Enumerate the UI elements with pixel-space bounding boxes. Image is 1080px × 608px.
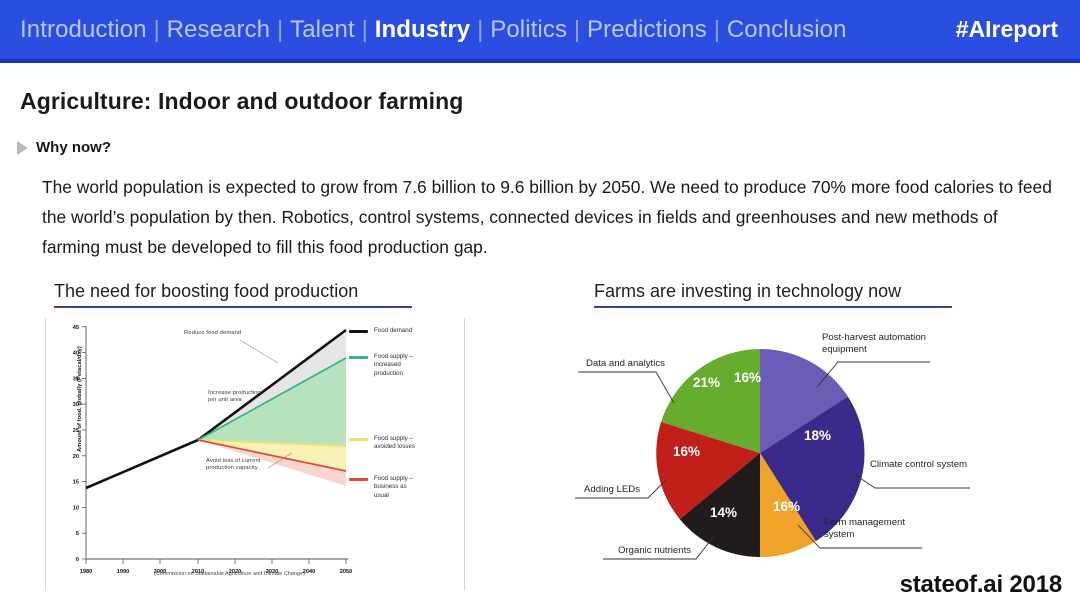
pie-value-post-harvest-automation: 16%	[734, 370, 762, 385]
pie-label-post-harvest-automation: Post-harvest automation equipment	[822, 332, 926, 355]
svg-text:1990: 1990	[117, 569, 129, 575]
svg-text:2050: 2050	[340, 569, 352, 575]
footer-brand: stateof.ai 2018	[899, 571, 1063, 598]
left-chart-heading-rule	[54, 306, 412, 308]
nav-separator: |	[713, 15, 720, 42]
why-now-bullet: Why now?	[17, 139, 111, 156]
pie-label-farm-management: Farm management system	[824, 517, 906, 540]
legend-label-business-as-usual: Food supply – business as usual	[374, 475, 413, 499]
svg-text:5: 5	[76, 531, 79, 537]
nav-underline-divider	[0, 59, 1080, 63]
body-paragraph: The world population is expected to grow…	[42, 177, 1052, 257]
pie-value-organic-nutrients: 14%	[710, 505, 738, 520]
svg-text:10: 10	[73, 505, 79, 511]
pie-value-climate-control: 18%	[804, 428, 832, 443]
nav-item-talent[interactable]: Talent	[290, 16, 355, 44]
farm-technology-pie-chart: 16% 18% 16% 14% 16% 21% Post-harvest aut…	[570, 320, 1070, 598]
nav-item-research[interactable]: Research	[167, 16, 271, 44]
pie-value-data-and-analytics: 21%	[693, 375, 721, 390]
nav-separator: |	[574, 15, 581, 42]
left-chart-heading: The need for boosting food production	[54, 281, 412, 311]
why-now-label: Why now?	[36, 139, 111, 156]
nav-item-industry[interactable]: Industry	[375, 16, 470, 44]
triangle-bullet-icon	[17, 140, 28, 155]
pie-value-farm-management: 16%	[773, 499, 801, 514]
pie-label-adding-leds: Adding LEDs	[584, 484, 640, 495]
svg-text:15: 15	[73, 480, 79, 486]
food-production-line-chart: 05 10 15 20 25 30 35 40 45 1980 1990 2000 2010…	[45, 318, 465, 590]
legend-item-increased-production: Food supply – increased production	[349, 353, 413, 378]
nav-item-conclusion[interactable]: Conclusion	[727, 16, 847, 44]
legend-item-business-as-usual: Food supply – business as usual	[349, 475, 413, 500]
svg-text:0: 0	[76, 557, 79, 563]
annotation-reduce-food-demand: Reduce food demand	[184, 330, 242, 336]
line-chart-source-caption: (Commission on Sustainable Agriculture a…	[154, 571, 305, 577]
legend-swatch-food-demand	[349, 330, 368, 333]
pie-label-organic-nutrients: Organic nutrients	[618, 545, 692, 556]
legend-label-avoided-losses: Food supply – avoided losses	[374, 435, 415, 451]
right-chart-heading-text: Farms are investing in technology now	[594, 281, 902, 301]
right-chart-heading-rule	[594, 306, 952, 308]
legend-swatch-increased-production	[349, 356, 368, 359]
legend-swatch-business-as-usual	[349, 478, 368, 481]
top-navigation-bar: Introduction | Research | Talent | Indus…	[0, 0, 1080, 59]
line-chart-y-axis-label: Amount of food, globally (Petacal/day)	[77, 346, 83, 452]
nav-separator: |	[361, 15, 368, 42]
nav-item-introduction[interactable]: Introduction	[20, 16, 147, 44]
nav-item-list: Introduction | Research | Talent | Indus…	[20, 16, 956, 44]
pie-value-adding-leds: 16%	[673, 444, 701, 459]
nav-separator: |	[153, 15, 160, 42]
pie-label-climate-control: Climate control system	[870, 459, 968, 470]
annotation-increase-production: Increase production per unit area	[208, 390, 261, 404]
legend-label-increased-production: Food supply – increased production	[374, 353, 413, 377]
nav-separator: |	[277, 15, 284, 42]
legend-item-avoided-losses: Food supply – avoided losses	[349, 435, 415, 452]
page-title: Agriculture: Indoor and outdoor farming	[20, 88, 464, 114]
right-chart-heading: Farms are investing in technology now	[594, 281, 952, 311]
legend-item-food-demand: Food demand	[349, 327, 412, 335]
legend-label-food-demand: Food demand	[374, 327, 413, 334]
annotation-avoid-loss: Avoid loss of current production capacit…	[206, 458, 261, 472]
left-chart-heading-text: The need for boosting food production	[54, 281, 359, 301]
nav-item-politics[interactable]: Politics	[490, 16, 567, 44]
svg-text:1980: 1980	[80, 569, 92, 575]
legend-swatch-avoided-losses	[349, 438, 368, 441]
nav-item-predictions[interactable]: Predictions	[587, 16, 707, 44]
report-hashtag: #AIreport	[955, 16, 1058, 42]
nav-separator: |	[477, 15, 484, 42]
pie-label-data-and-analytics: Data and analytics	[586, 358, 665, 369]
